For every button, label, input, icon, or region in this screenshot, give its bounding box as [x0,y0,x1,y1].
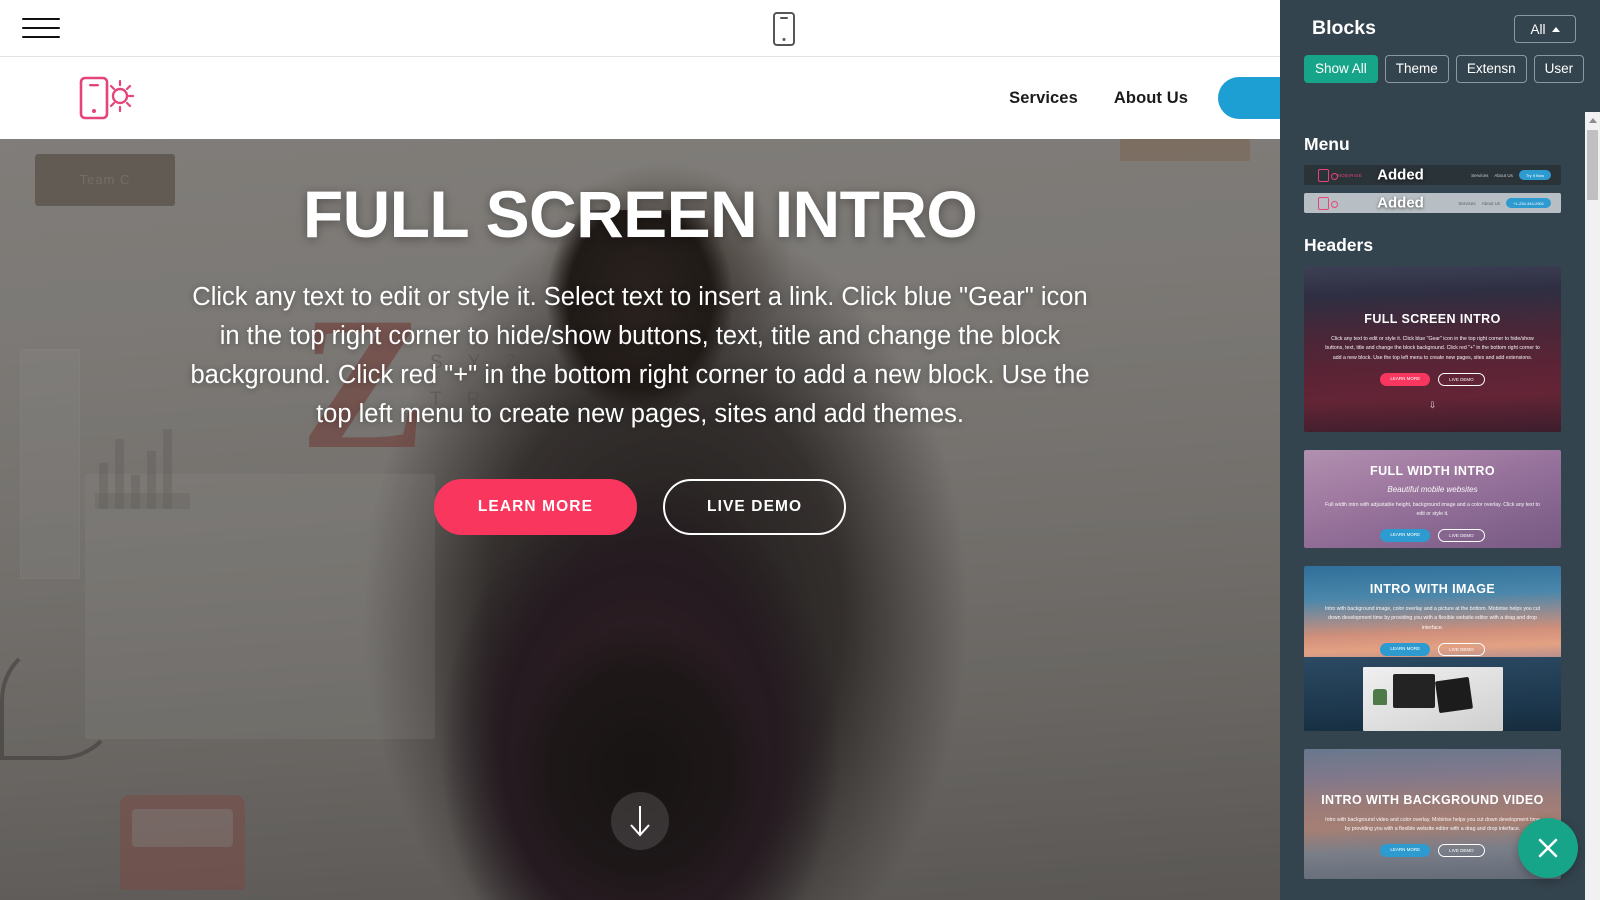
live-demo-button[interactable]: LIVE DEMO [663,479,847,536]
tab-theme[interactable]: Theme [1384,55,1449,83]
block-card-title: INTRO WITH IMAGE [1369,582,1496,596]
photo-monitor-shape [1392,674,1435,708]
thumb-nav-group: Services About Us Try It Now [1471,170,1551,180]
photo-monitor-shape [1434,676,1473,714]
header-block-full-screen-intro[interactable]: FULL SCREEN INTRO Click any text to edit… [1304,266,1561,432]
thumb-nav-group: Services About Us +1-234-444-2901 [1458,198,1551,208]
block-card-title: INTRO WITH BACKGROUND VIDEO [1321,793,1544,807]
nav-link-about-us[interactable]: About Us [1096,89,1206,108]
status-badge-added: Added [1377,194,1424,212]
block-card-text: Intro with background video and color ov… [1325,816,1540,833]
mobirise-phone-sun-logo[interactable] [78,75,136,121]
block-card-inner: FULL SCREEN INTRO Click any text to edit… [1304,266,1561,427]
tab-extensn[interactable]: Extensn [1455,55,1527,83]
close-icon [1538,838,1558,858]
block-card-inner: INTRO WITH IMAGE Intro with background i… [1304,566,1561,672]
site-navbar: Services About Us [0,57,1280,139]
menu-block-thumbnail[interactable]: Services About Us +1-234-444-2901 Added [1304,193,1561,213]
blocks-panel-header: Blocks All Show All Theme Extensn User [1280,0,1600,112]
filter-all-label: All [1530,21,1546,37]
block-card-title: FULL SCREEN INTRO [1364,312,1501,326]
block-card-product-photo [1362,667,1503,731]
thumb-cta-button: Try It Now [1518,170,1551,180]
block-card-arrow-down-icon: ⇩ [1428,399,1437,410]
tab-user[interactable]: User [1533,55,1585,83]
hero-buttons: LEARN MORE LIVE DEMO [0,479,1280,536]
block-card-button-secondary: LIVE DEMO [1438,372,1485,386]
scrollbar-thumb[interactable] [1587,130,1598,200]
thumb-cta-button: +1-234-444-2901 [1506,198,1551,208]
photo-plant-shape [1372,689,1387,705]
block-card-subtitle: Beautiful mobile websites [1387,484,1478,494]
block-card-buttons: LEARN MORE LIVE DEMO [1318,528,1547,542]
menu-block-thumbnail[interactable]: MOBIRISE Services About Us Try It Now Ad… [1304,165,1561,185]
blocks-panel-title: Blocks [1312,17,1376,39]
block-card-text: Intro with background image, color overl… [1324,605,1541,631]
arrow-down-icon[interactable] [611,792,669,850]
hamburger-menu-icon[interactable] [22,12,60,44]
block-card-buttons: LEARN MORE LIVE DEMO [1318,642,1547,656]
thumb-logo-icon [1318,168,1338,182]
section-title-headers: Headers [1304,235,1374,255]
hero-title: FULL SCREEN INTRO [302,177,978,251]
block-card-title: FULL WIDTH INTRO [1370,464,1495,478]
block-card-button-primary: LEARN MORE [1380,642,1431,656]
hero-subtitle: Click any text to edit or style it. Sele… [190,283,1090,428]
caret-up-icon [1551,26,1560,32]
mobile-device-icon[interactable] [773,12,795,46]
close-panel-button[interactable] [1518,818,1578,878]
header-block-intro-with-image[interactable]: INTRO WITH IMAGE Intro with background i… [1304,566,1561,731]
blocks-filter-tabs: Show All Theme Extensn User [1304,55,1585,83]
blocks-panel-scroll-area: Menu MOBIRISE Services About Us Try It N… [1280,112,1585,900]
filter-all-dropdown[interactable]: All [1514,15,1576,43]
thumb-nav-link: Services [1471,172,1489,178]
block-card-button-secondary: LIVE DEMO [1438,528,1485,542]
thumb-logo-icon [1318,196,1338,210]
block-card-button-primary: LEARN MORE [1380,372,1431,386]
block-card-text: Click any text to edit or style it. Clic… [1325,335,1540,361]
blocks-panel: Blocks All Show All Theme Extensn User M… [1280,0,1600,900]
hero-content: FULL SCREEN INTRO Click any text to edit… [0,177,1280,536]
editor-canvas: Services About Us Team C Z S Y Z I T R O [0,0,1280,900]
block-card-button-primary: LEARN MORE [1380,528,1431,542]
site-nav-links: Services About Us [991,57,1280,139]
thumb-nav-link: About Us [1481,200,1501,206]
learn-more-button[interactable]: LEARN MORE [433,479,638,536]
editor-toolbar [0,0,1280,57]
thumb-nav-link: About Us [1494,172,1513,178]
block-card-buttons: LEARN MORE LIVE DEMO [1318,372,1547,386]
nav-link-services[interactable]: Services [991,89,1096,108]
block-card-text: Full width intro with adjustable height,… [1325,501,1540,518]
block-card-button-secondary: LIVE DEMO [1438,642,1485,656]
header-block-full-width-intro[interactable]: FULL WIDTH INTRO Beautiful mobile websit… [1304,450,1561,548]
block-card-button-secondary: LIVE DEMO [1438,843,1485,857]
hero-block: Team C Z S Y Z I T R O FULL SCREEN INTRO [0,139,1280,900]
tab-show-all[interactable]: Show All [1304,55,1378,83]
nav-cta-button[interactable] [1218,77,1280,119]
thumb-brand-label: MOBIRISE [1337,172,1363,178]
block-card-inner: FULL WIDTH INTRO Beautiful mobile websit… [1304,450,1561,548]
scrollbar-up-arrow-icon[interactable] [1585,112,1600,128]
section-title-menu: Menu [1304,134,1350,154]
block-card-button-primary: LEARN MORE [1380,843,1431,857]
status-badge-added: Added [1377,166,1424,184]
panel-scrollbar[interactable] [1585,112,1600,900]
thumb-nav-link: Services [1458,200,1476,206]
block-card-buttons: LEARN MORE LIVE DEMO [1318,843,1547,857]
